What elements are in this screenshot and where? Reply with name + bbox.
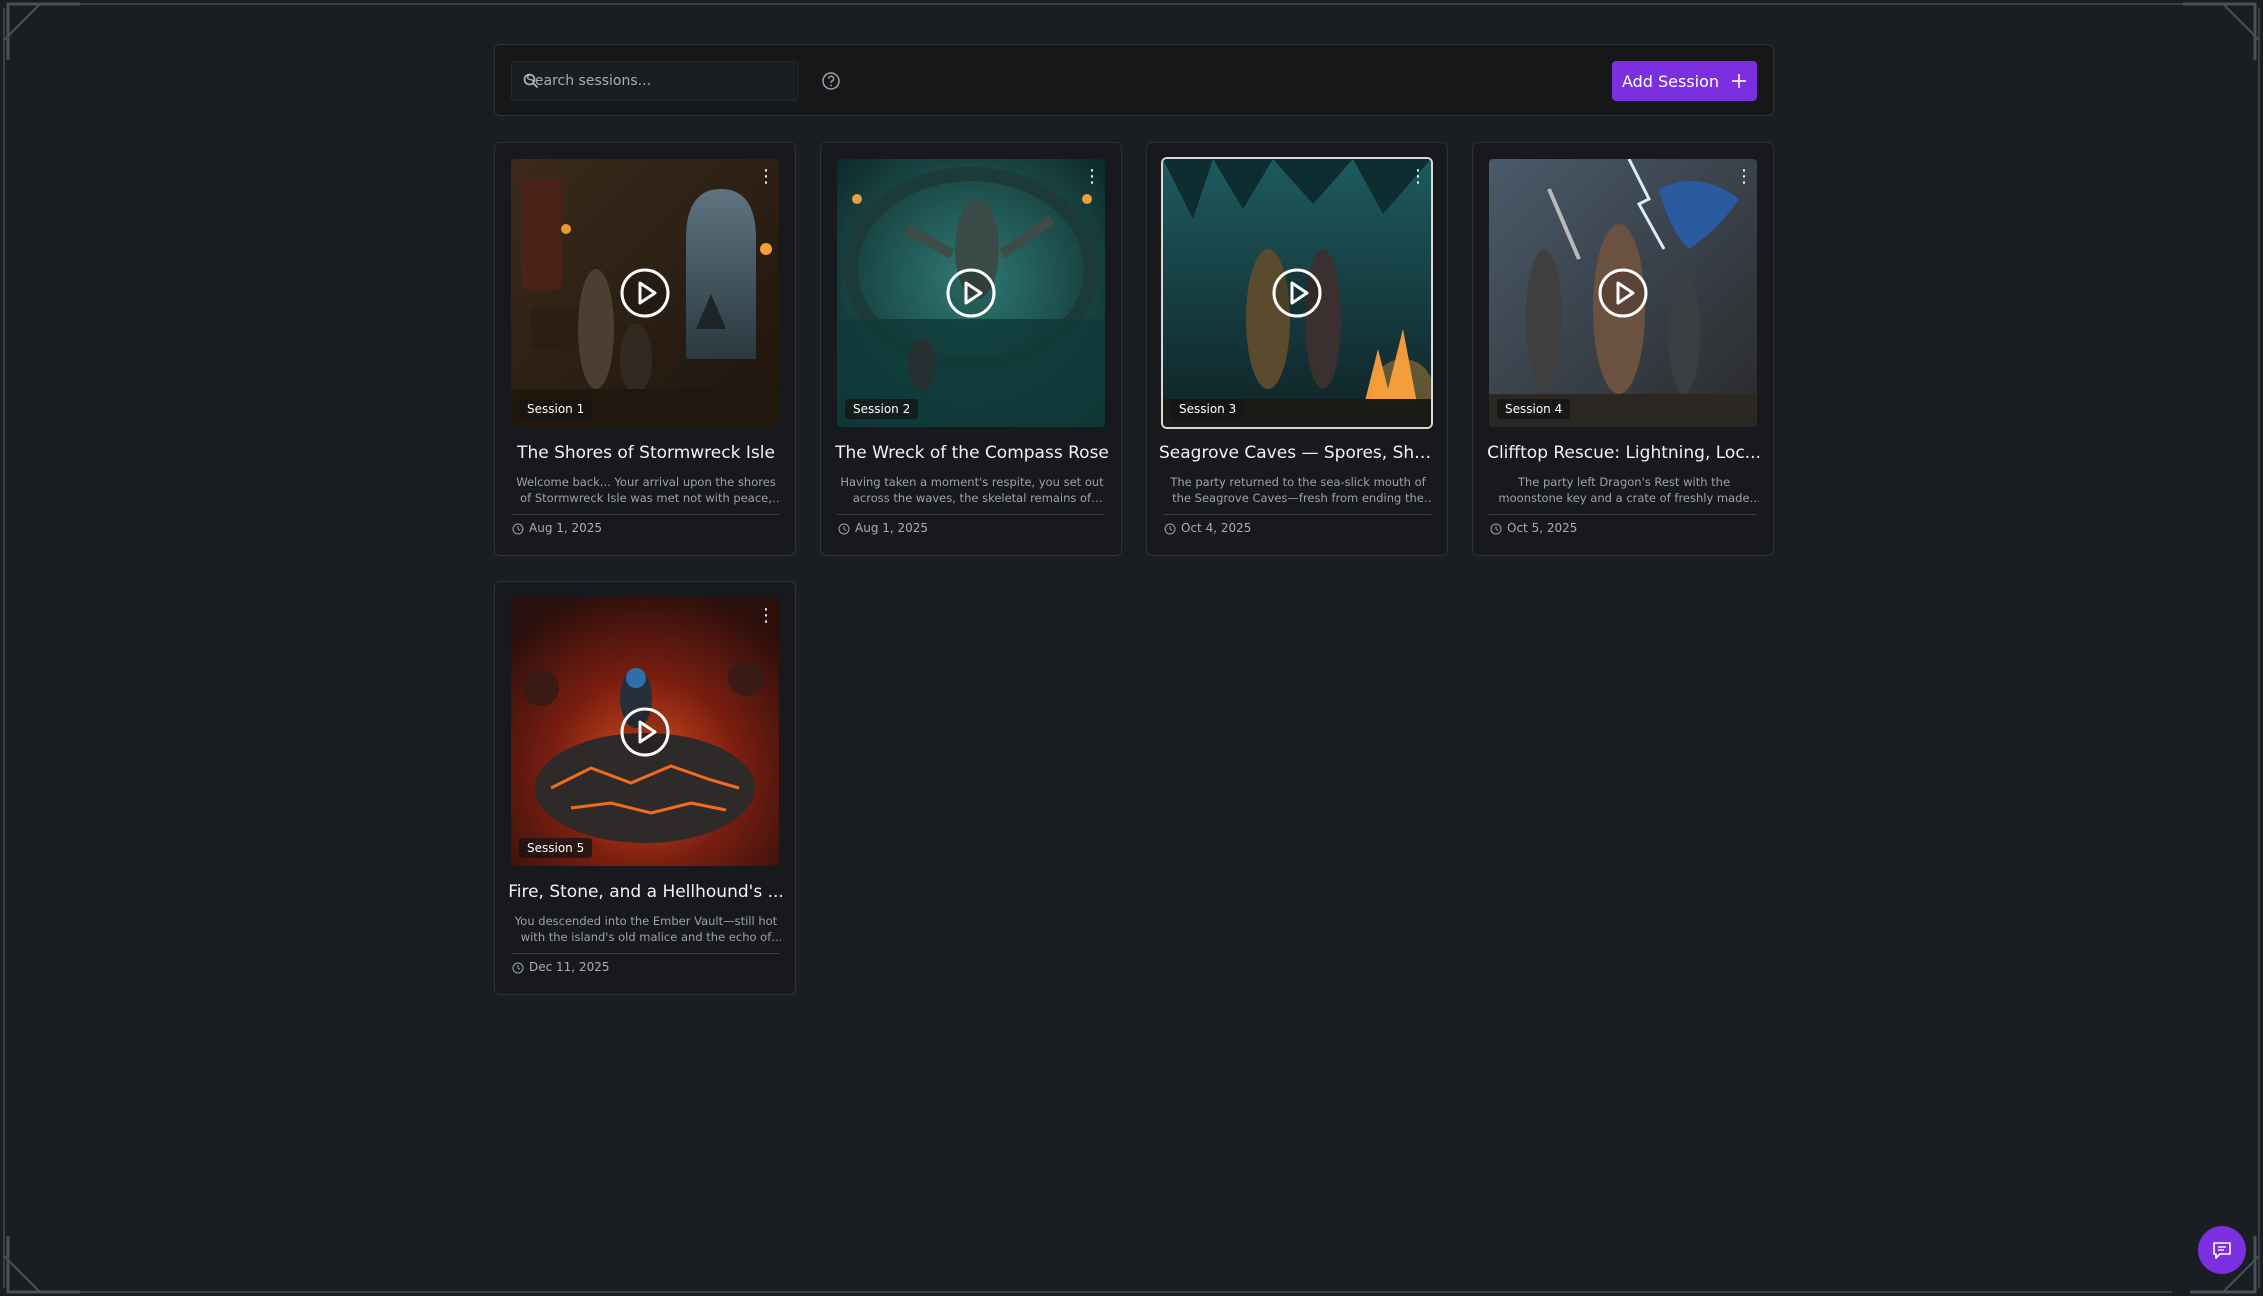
add-session-label: Add Session <box>1621 71 1720 91</box>
session-thumbnail[interactable]: ⋮ Session 2 <box>837 159 1105 427</box>
session-number-badge: Session 4 <box>1497 399 1571 419</box>
divider <box>1163 514 1431 515</box>
session-date: Aug 1, 2025 <box>529 521 603 535</box>
kebab-menu-icon[interactable]: ⋮ <box>757 167 775 187</box>
session-title: Fire, Stone, and a Hellhound's ... <box>508 882 784 902</box>
search-input[interactable] <box>526 62 794 100</box>
app-frame <box>3 2 2260 1294</box>
session-title: Clifftop Rescue: Lightning, Loc... <box>1487 443 1761 463</box>
session-thumbnail[interactable]: ⋮ Session 1 <box>511 159 779 427</box>
toolbar: Add Session <box>494 44 1774 116</box>
play-icon[interactable] <box>1597 267 1649 319</box>
add-session-button[interactable]: Add Session <box>1612 61 1757 101</box>
search-box[interactable] <box>511 61 799 101</box>
chat-button[interactable] <box>2198 1226 2246 1274</box>
session-card[interactable]: ⋮ Session 3 Seagrove Caves — Spores, Sha… <box>1146 142 1448 556</box>
session-description: The party returned to the sea-slick mout… <box>1170 475 1426 508</box>
session-card[interactable]: ⋮ Session 1 The Shores of Stormwreck Isl… <box>494 142 796 556</box>
session-description: Welcome back... Your arrival upon the sh… <box>516 475 776 508</box>
session-card[interactable]: ⋮ Session 2 The Wreck of the Compass Ros… <box>820 142 1122 556</box>
session-thumbnail[interactable]: ⋮ Session 4 <box>1489 159 1757 427</box>
session-number-badge: Session 1 <box>519 399 593 419</box>
chat-icon <box>2213 1242 2231 1259</box>
session-title: The Wreck of the Compass Rose <box>835 443 1109 463</box>
session-date: Dec 11, 2025 <box>529 960 610 974</box>
play-icon[interactable] <box>945 267 997 319</box>
divider <box>511 953 779 954</box>
session-description: Having taken a moment's respite, you set… <box>840 475 1104 508</box>
session-date: Oct 4, 2025 <box>1181 521 1252 535</box>
session-thumbnail[interactable]: ⋮ Session 5 <box>511 598 779 866</box>
clock-icon <box>512 523 524 535</box>
session-thumbnail[interactable]: ⋮ Session 3 <box>1163 159 1431 427</box>
session-title: The Shores of Stormwreck Isle <box>517 443 775 463</box>
session-title: Seagrove Caves — Spores, Sha... <box>1159 443 1437 463</box>
session-number-badge: Session 5 <box>519 838 593 858</box>
session-date: Oct 5, 2025 <box>1507 521 1578 535</box>
kebab-menu-icon[interactable]: ⋮ <box>1409 167 1427 187</box>
session-number-badge: Session 2 <box>845 399 919 419</box>
play-icon[interactable] <box>619 267 671 319</box>
play-icon[interactable] <box>1271 267 1323 319</box>
divider <box>1489 514 1757 515</box>
kebab-menu-icon[interactable]: ⋮ <box>1083 167 1101 187</box>
session-number-badge: Session 3 <box>1171 399 1245 419</box>
kebab-menu-icon[interactable]: ⋮ <box>1735 167 1753 187</box>
divider <box>511 514 779 515</box>
plus-icon <box>1732 74 1747 88</box>
session-card[interactable]: ⋮ Session 4 Clifftop Rescue: Lightning, … <box>1472 142 1774 556</box>
session-date: Aug 1, 2025 <box>855 521 929 535</box>
divider <box>837 514 1105 515</box>
session-description: You descended into the Ember Vault—still… <box>514 914 778 947</box>
session-card[interactable]: ⋮ Session 5 Fire, Stone, and a Hellhound… <box>494 581 796 995</box>
clock-icon <box>1164 523 1176 535</box>
clock-icon <box>512 962 524 974</box>
session-description: The party left Dragon's Rest with the mo… <box>1498 475 1750 508</box>
clock-icon <box>838 523 850 535</box>
kebab-menu-icon[interactable]: ⋮ <box>757 606 775 626</box>
play-icon[interactable] <box>619 706 671 758</box>
help-icon[interactable] <box>821 71 841 91</box>
clock-icon <box>1490 523 1502 535</box>
